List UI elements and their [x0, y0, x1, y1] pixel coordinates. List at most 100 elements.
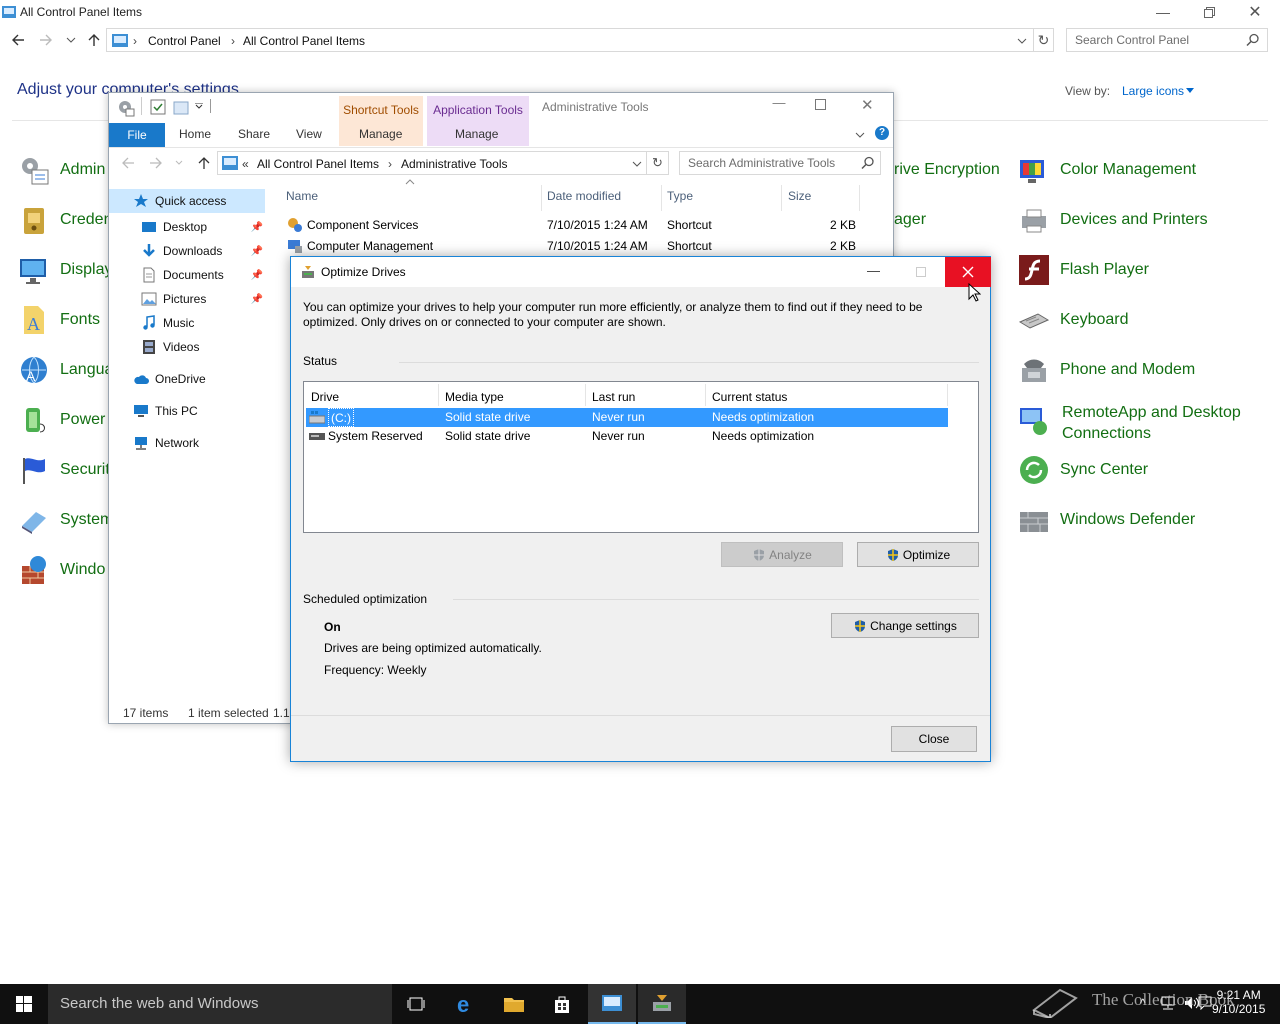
- column-divider[interactable]: [541, 185, 542, 211]
- quick-access-toolbar-dropdown-icon[interactable]: [195, 103, 203, 109]
- properties-icon[interactable]: [150, 99, 166, 115]
- sidebar-item-network[interactable]: Network: [133, 432, 199, 454]
- cp-item-display[interactable]: Display: [18, 252, 112, 288]
- minimize-button[interactable]: —: [867, 263, 880, 278]
- sidebar-item-this-pc[interactable]: This PC: [133, 400, 198, 422]
- cp-item-admin[interactable]: Admin: [18, 152, 105, 188]
- pin-icon[interactable]: 📌: [251, 294, 263, 305]
- cp-item-windows-defender[interactable]: Windows Defender: [1018, 502, 1195, 538]
- cp-item-color-management[interactable]: Color Management: [1018, 152, 1196, 188]
- column-header-media-type[interactable]: Media type: [445, 390, 504, 404]
- refresh-icon[interactable]: ↻: [647, 151, 669, 175]
- cp-item-power[interactable]: Power: [18, 402, 105, 438]
- close-button[interactable]: ✕: [1232, 0, 1278, 24]
- start-button[interactable]: [0, 984, 48, 1024]
- address-dropdown-icon[interactable]: [632, 160, 642, 168]
- column-header-type[interactable]: Type: [667, 189, 693, 203]
- file-row[interactable]: Computer Management 7/10/2015 1:24 AM Sh…: [285, 236, 885, 256]
- view-by-caret-icon[interactable]: [1186, 88, 1194, 93]
- cp-item-bitlocker-label[interactable]: rive Encryption: [894, 161, 1000, 179]
- tab-manage-shortcut[interactable]: Manage: [359, 127, 402, 141]
- cp-item-remoteapp[interactable]: RemoteApp and Desktop Connections: [1018, 402, 1268, 446]
- sidebar-item-onedrive[interactable]: OneDrive: [133, 368, 206, 390]
- drive-row[interactable]: System Reserved Solid state drive Never …: [306, 427, 948, 446]
- minimize-button[interactable]: —: [769, 95, 789, 115]
- column-divider[interactable]: [859, 185, 860, 211]
- forward-arrow-icon[interactable]: [149, 156, 163, 170]
- recent-locations-chevron-icon[interactable]: [175, 160, 183, 166]
- address-bar[interactable]: › Control Panel › All Control Panel Item…: [106, 28, 1034, 52]
- column-divider[interactable]: [661, 185, 662, 211]
- breadcrumb-control-panel[interactable]: Control Panel: [148, 34, 221, 48]
- sidebar-item-quick-access[interactable]: Quick access: [133, 190, 226, 212]
- file-row[interactable]: Component Services 7/10/2015 1:24 AM Sho…: [285, 215, 885, 235]
- column-divider[interactable]: [585, 384, 586, 406]
- pin-icon[interactable]: 📌: [251, 222, 263, 233]
- forward-arrow-icon[interactable]: [38, 32, 54, 48]
- sidebar-item-music[interactable]: Music: [141, 312, 194, 334]
- cp-item-security[interactable]: Securit: [18, 452, 110, 488]
- recent-locations-chevron-icon[interactable]: [66, 36, 76, 44]
- restore-button[interactable]: [1186, 0, 1232, 24]
- taskbar-search-input[interactable]: Search the web and Windows: [48, 984, 392, 1024]
- back-arrow-icon[interactable]: [121, 156, 135, 170]
- view-by-dropdown[interactable]: Large icons: [1122, 84, 1184, 98]
- sidebar-item-videos[interactable]: Videos: [141, 336, 199, 358]
- column-divider[interactable]: [947, 384, 948, 406]
- sidebar-item-desktop[interactable]: Desktop 📌: [141, 216, 265, 238]
- explorer-search-input[interactable]: Search Administrative Tools: [679, 151, 881, 175]
- tab-home[interactable]: Home: [179, 127, 211, 141]
- minimize-button[interactable]: —: [1140, 0, 1186, 24]
- task-view-button[interactable]: [392, 984, 440, 1024]
- sidebar-item-pictures[interactable]: Pictures 📌: [141, 288, 265, 310]
- column-header-drive[interactable]: Drive: [311, 390, 339, 404]
- change-settings-button[interactable]: Change settings: [831, 613, 979, 638]
- breadcrumb-all-items[interactable]: All Control Panel Items: [243, 34, 365, 48]
- column-divider[interactable]: [781, 185, 782, 211]
- column-header-size[interactable]: Size: [788, 189, 811, 203]
- maximize-button[interactable]: [815, 99, 826, 110]
- refresh-icon[interactable]: ↻: [1034, 28, 1054, 52]
- up-arrow-icon[interactable]: [86, 32, 102, 48]
- control-panel-taskbar-button[interactable]: [588, 984, 636, 1024]
- drive-list[interactable]: Drive Media type Last run Current status…: [303, 381, 979, 533]
- pin-icon[interactable]: 📌: [251, 270, 263, 281]
- up-arrow-icon[interactable]: [197, 156, 211, 170]
- cp-item-flash-player[interactable]: Flash Player: [1018, 252, 1149, 288]
- close-button[interactable]: ✕: [861, 96, 874, 114]
- cp-item-language[interactable]: A Langua: [18, 352, 113, 388]
- cp-item-system[interactable]: System: [18, 502, 113, 538]
- column-header-current-status[interactable]: Current status: [712, 390, 787, 404]
- tab-view[interactable]: View: [296, 127, 322, 141]
- cp-item-keyboard[interactable]: Keyboard: [1018, 302, 1129, 338]
- new-folder-icon[interactable]: [173, 99, 189, 115]
- breadcrumb-all-items[interactable]: All Control Panel Items: [257, 157, 379, 171]
- tab-file[interactable]: File: [109, 123, 165, 147]
- breadcrumb-overflow[interactable]: «: [242, 157, 249, 171]
- column-divider[interactable]: [705, 384, 706, 406]
- sidebar-item-documents[interactable]: Documents 📌: [141, 264, 265, 286]
- breadcrumb-admin-tools[interactable]: Administrative Tools: [401, 157, 508, 171]
- help-icon[interactable]: ?: [875, 126, 889, 140]
- cp-item-sync-center[interactable]: Sync Center: [1018, 452, 1148, 488]
- expand-ribbon-chevron-icon[interactable]: [855, 131, 865, 139]
- store-button[interactable]: [538, 984, 586, 1024]
- edge-button[interactable]: e: [442, 984, 490, 1024]
- column-header-last-run[interactable]: Last run: [592, 390, 635, 404]
- address-dropdown-icon[interactable]: [1017, 37, 1027, 45]
- control-panel-search-input[interactable]: Search Control Panel: [1066, 28, 1268, 52]
- analyze-button[interactable]: Analyze: [721, 542, 843, 567]
- cp-item-devices-printers[interactable]: Devices and Printers: [1018, 202, 1208, 238]
- column-header-date[interactable]: Date modified: [547, 189, 621, 203]
- cp-item-credential[interactable]: Creden: [18, 202, 112, 238]
- drive-row-selected[interactable]: (C:) Solid state drive Never run Needs o…: [306, 408, 948, 427]
- cp-item-phone-modem[interactable]: Phone and Modem: [1018, 352, 1195, 388]
- optimize-drives-taskbar-button[interactable]: [638, 984, 686, 1024]
- column-divider[interactable]: [438, 384, 439, 406]
- pin-icon[interactable]: 📌: [251, 246, 263, 257]
- back-arrow-icon[interactable]: [10, 32, 26, 48]
- tab-share[interactable]: Share: [238, 127, 270, 141]
- cp-item-fonts[interactable]: A Fonts: [18, 302, 100, 338]
- cp-item-device-manager-label[interactable]: ager: [894, 211, 926, 229]
- tab-manage-application[interactable]: Manage: [455, 127, 498, 141]
